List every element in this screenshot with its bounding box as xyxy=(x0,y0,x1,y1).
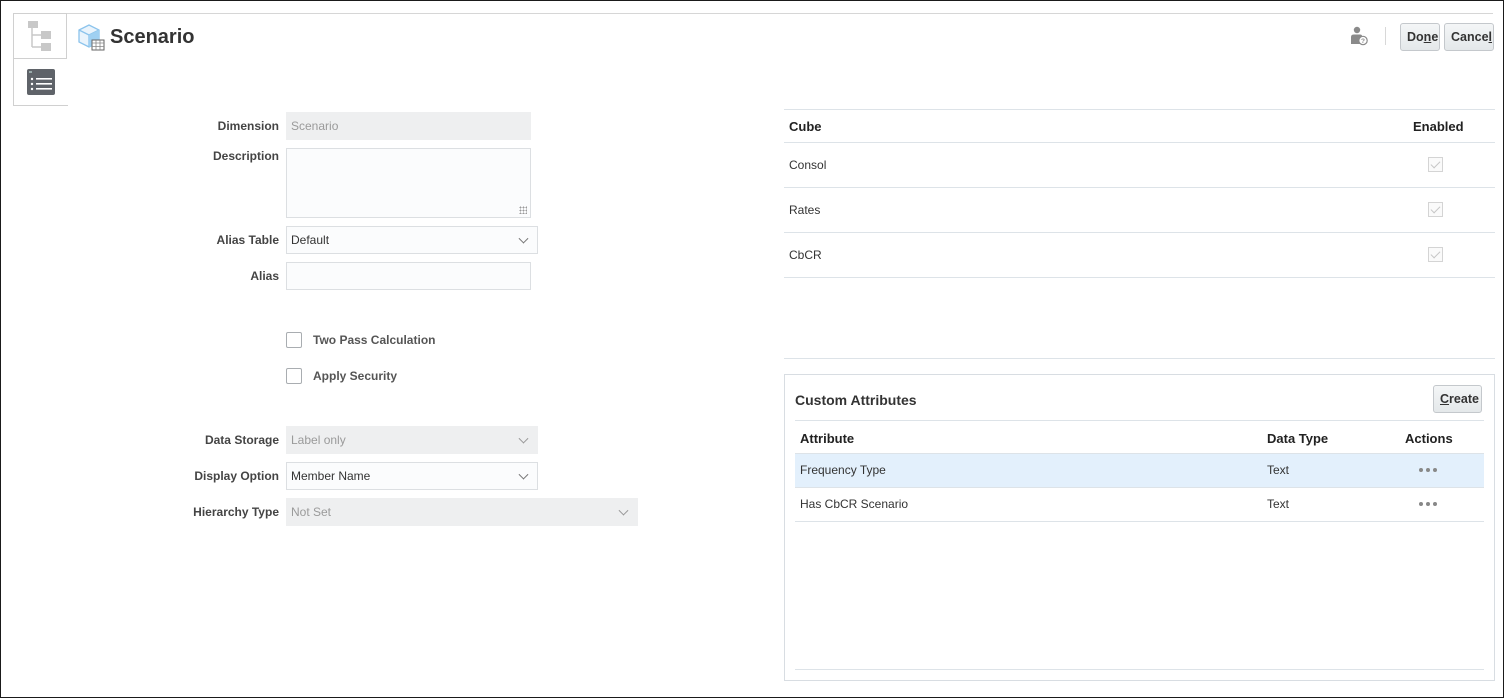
cancel-button[interactable]: Cancel xyxy=(1444,23,1494,51)
chevron-down-icon xyxy=(518,469,529,480)
cube-enabled-checkbox xyxy=(1428,157,1443,172)
cube-name: Rates xyxy=(789,203,821,217)
apply-security-checkbox[interactable] xyxy=(286,368,302,384)
resize-handle-icon[interactable] xyxy=(519,206,527,214)
enabled-column-header: Enabled xyxy=(1413,119,1464,134)
attribute-name[interactable]: Has CbCR Scenario xyxy=(800,497,908,511)
section-divider xyxy=(784,358,1495,359)
row-divider xyxy=(784,187,1495,188)
chevron-down-icon xyxy=(518,433,529,444)
dimension-cube-icon xyxy=(78,24,105,51)
data-storage-value: Label only xyxy=(291,433,346,447)
chevron-down-icon xyxy=(518,233,529,244)
panel-header-divider xyxy=(795,420,1484,421)
cube-enabled-checkbox xyxy=(1428,247,1443,262)
data-type-column-header: Data Type xyxy=(1267,431,1329,446)
actions-column-header: Actions xyxy=(1405,431,1453,446)
cube-name: Consol xyxy=(789,158,827,172)
page-header: Scenario xyxy=(76,22,194,52)
done-button[interactable]: Done xyxy=(1400,23,1440,51)
tab-properties[interactable] xyxy=(13,59,68,106)
dimension-value: Scenario xyxy=(291,119,339,133)
cube-column-header: Cube xyxy=(789,119,822,134)
dimension-editor-window: Scenario ? Done Cancel Dimension Scenari… xyxy=(0,0,1504,698)
display-option-label: Display Option xyxy=(194,469,279,483)
hierarchy-tree-icon xyxy=(28,21,51,51)
cube-name: CbCR xyxy=(789,248,822,262)
alias-table-select[interactable]: Default xyxy=(286,226,538,254)
data-storage-label: Data Storage xyxy=(204,433,279,447)
user-help-icon[interactable]: ? xyxy=(1350,26,1368,51)
data-storage-select: Label only xyxy=(286,426,538,454)
display-option-value: Member Name xyxy=(291,469,371,483)
tab-hierarchy[interactable] xyxy=(13,13,67,59)
chevron-down-icon xyxy=(618,505,629,516)
dimension-label: Dimension xyxy=(217,119,279,133)
custom-attributes-panel: Custom Attributes Attribute Data Type Ac… xyxy=(784,374,1495,681)
cube-header-divider xyxy=(784,142,1495,143)
cube-table-top-border xyxy=(784,109,1495,110)
description-textarea[interactable] xyxy=(286,148,531,218)
row-divider xyxy=(795,487,1484,488)
attribute-data-type: Text xyxy=(1267,463,1290,477)
dimension-field: Scenario xyxy=(286,112,531,140)
two-pass-calculation-label: Two Pass Calculation xyxy=(313,333,436,347)
attribute-name[interactable]: Frequency Type xyxy=(800,463,886,477)
more-actions-icon[interactable] xyxy=(1419,468,1437,472)
hierarchy-type-value: Not Set xyxy=(291,505,332,519)
row-divider xyxy=(795,521,1484,522)
alias-input[interactable] xyxy=(286,262,531,290)
row-divider xyxy=(784,232,1495,233)
list-properties-icon xyxy=(26,69,55,95)
toolbar-separator xyxy=(1385,27,1386,45)
custom-attributes-title: Custom Attributes xyxy=(795,392,917,408)
page-title: Scenario xyxy=(110,25,195,48)
row-divider xyxy=(784,277,1495,278)
more-actions-icon[interactable] xyxy=(1419,502,1437,506)
apply-security-label: Apply Security xyxy=(313,369,398,383)
two-pass-calculation-checkbox[interactable] xyxy=(286,332,302,348)
table-row-selected[interactable] xyxy=(795,454,1484,487)
alias-table-label: Alias Table xyxy=(216,233,279,247)
alias-label: Alias xyxy=(250,269,279,283)
header-divider xyxy=(13,13,1493,14)
table-bottom-border xyxy=(795,669,1484,670)
display-option-select[interactable]: Member Name xyxy=(286,462,538,490)
description-label: Description xyxy=(212,149,279,163)
hierarchy-type-select: Not Set xyxy=(286,498,638,526)
hierarchy-type-label: Hierarchy Type xyxy=(193,505,279,519)
alias-table-value: Default xyxy=(291,233,330,247)
svg-text:?: ? xyxy=(1361,38,1365,45)
cube-enabled-checkbox xyxy=(1428,202,1443,217)
attribute-column-header: Attribute xyxy=(800,431,855,446)
create-button[interactable]: Create xyxy=(1433,385,1482,413)
attribute-data-type: Text xyxy=(1267,497,1290,511)
